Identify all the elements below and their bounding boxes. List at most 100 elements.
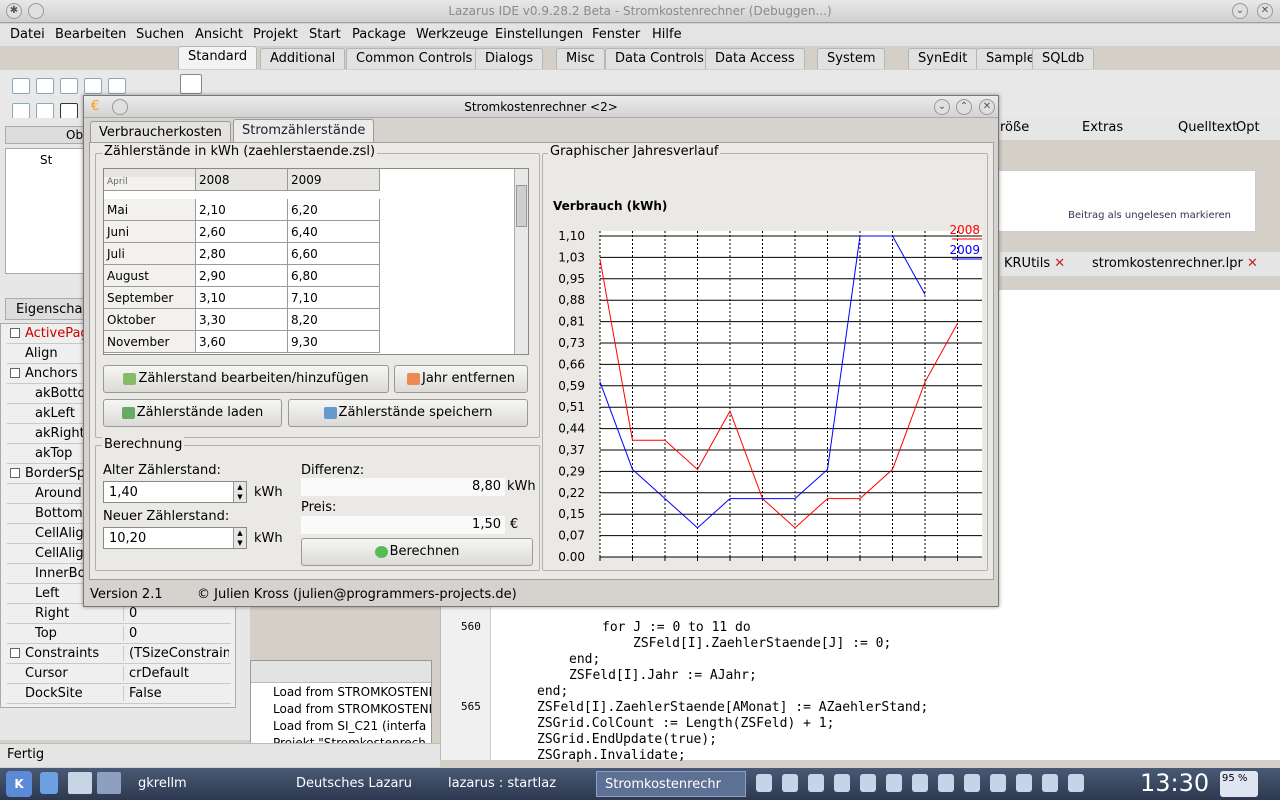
code-line[interactable]: ZSGrid.EndUpdate(true); — [537, 732, 717, 747]
save-readings-button[interactable]: Zählerstände speichern — [288, 399, 528, 427]
calculate-button[interactable]: Berechnen — [301, 538, 533, 566]
palette-tab-sqldb[interactable]: SQLdb — [1032, 48, 1095, 69]
property-value[interactable]: crDefault — [123, 666, 229, 681]
tray-icon[interactable] — [964, 774, 980, 792]
tray-icon[interactable] — [886, 774, 902, 792]
tray-icon[interactable] — [834, 774, 850, 792]
code-line[interactable]: ZSGrid.ColCount := Length(ZSFeld) + 1; — [537, 716, 834, 731]
toolbar-menu-0[interactable]: röße — [1000, 120, 1029, 135]
palette-tab-data-controls[interactable]: Data Controls — [605, 48, 714, 69]
remove-year-button[interactable]: Jahr entfernen — [394, 365, 528, 393]
palette-tab-data-access[interactable]: Data Access — [705, 48, 805, 69]
grid-cell[interactable] — [288, 177, 380, 191]
grid-cell[interactable]: 2,90 — [196, 265, 288, 287]
tab-stromzaehlerstaende[interactable]: Stromzählerstände — [233, 119, 375, 142]
tray-icon[interactable] — [860, 774, 876, 792]
editor-tab[interactable]: KRUtils ✕ — [1000, 254, 1069, 273]
property-row[interactable]: Top 0 — [7, 624, 231, 644]
dialog-close-icon[interactable]: ✕ — [979, 99, 995, 115]
close-tab-icon[interactable]: ✕ — [1050, 256, 1065, 271]
grid-cell[interactable]: 6,20 — [288, 199, 380, 221]
old-reading-input[interactable]: 1,40 ▲ ▼ — [103, 481, 247, 503]
menu-suchen[interactable]: Suchen — [136, 27, 184, 42]
open-icon[interactable] — [36, 78, 54, 94]
spin-up-icon[interactable]: ▲ — [233, 528, 246, 538]
palette-tab-additional[interactable]: Additional — [260, 48, 346, 69]
message-line[interactable]: Load from SI_C21 (interfa — [273, 719, 431, 733]
toolbar-menu-1[interactable]: Extras — [1082, 120, 1123, 135]
expand-icon[interactable] — [10, 648, 20, 658]
expand-icon[interactable] — [10, 468, 20, 478]
code-line[interactable]: for J := 0 to 11 do — [602, 620, 751, 635]
save-icon[interactable] — [60, 78, 78, 94]
tray-icon[interactable] — [938, 774, 954, 792]
toolbar-menu-3[interactable]: Opt — [1236, 120, 1260, 135]
property-value[interactable]: (TSizeConstraints) — [123, 646, 229, 661]
view-forms-icon[interactable] — [36, 103, 54, 119]
grid-cell[interactable]: 6,60 — [288, 243, 380, 265]
tray-icon[interactable] — [990, 774, 1006, 792]
task-button[interactable]: lazarus : startlaz — [440, 771, 590, 797]
menu-projekt[interactable]: Projekt — [253, 27, 298, 42]
property-value[interactable]: 0 — [123, 626, 229, 641]
menu-start[interactable]: Start — [309, 27, 341, 42]
grid-cell[interactable]: 2,80 — [196, 243, 288, 265]
property-value[interactable]: False — [123, 686, 229, 701]
palette-tab-system[interactable]: System — [817, 48, 886, 69]
grid-cell[interactable]: 9,30 — [288, 331, 380, 353]
menu-datei[interactable]: Datei — [10, 27, 45, 42]
kde-menu-icon[interactable]: K — [6, 771, 32, 797]
menu-bearbeiten[interactable]: Bearbeiten — [55, 27, 126, 42]
grid-cell[interactable] — [196, 177, 288, 191]
task-button[interactable]: Deutsches Lazaru — [288, 771, 436, 797]
code-line[interactable]: ZSFeld[I].ZaehlerStaende[AMonat] := AZae… — [537, 700, 928, 715]
grid-cell[interactable]: 3,10 — [196, 287, 288, 309]
grid-cell[interactable]: 3,30 — [196, 309, 288, 331]
minimize-icon[interactable]: ⌄ — [1232, 3, 1248, 19]
tray-icon[interactable] — [1042, 774, 1058, 792]
new-reading-input[interactable]: 10,20 ▲ ▼ — [103, 527, 247, 549]
palette-tab-dialogs[interactable]: Dialogs — [475, 48, 544, 69]
task-button[interactable]: Stromkostenrechr — [596, 771, 746, 797]
code-line[interactable]: end; — [537, 684, 568, 699]
grid-cell[interactable]: 6,40 — [288, 221, 380, 243]
expand-icon[interactable] — [10, 328, 20, 338]
message-line[interactable]: Load from STROMKOSTENI — [273, 685, 431, 699]
grid-cell[interactable]: 2,60 — [196, 221, 288, 243]
property-value[interactable]: 0 — [123, 606, 229, 621]
tray-icon[interactable] — [912, 774, 928, 792]
show-desktop-icon[interactable] — [97, 772, 121, 794]
run-icon[interactable] — [60, 103, 78, 119]
menu-hilfe[interactable]: Hilfe — [652, 27, 682, 42]
message-line[interactable]: Load from STROMKOSTENI — [273, 702, 431, 716]
palette-tab-misc[interactable]: Misc — [556, 48, 605, 69]
view-units-icon[interactable] — [12, 103, 30, 119]
menu-ansicht[interactable]: Ansicht — [195, 27, 243, 42]
palette-tab-common-controls[interactable]: Common Controls — [346, 48, 483, 69]
tray-icon[interactable] — [1068, 774, 1084, 792]
grid-scroll-thumb[interactable] — [516, 185, 527, 227]
property-row[interactable]: DockSite False — [7, 684, 231, 704]
palette-tab-standard[interactable]: Standard — [178, 46, 258, 69]
dialog-maximize-icon[interactable]: ⌃ — [956, 99, 972, 115]
load-readings-button[interactable]: Zählerstände laden — [103, 399, 282, 427]
close-tab-icon[interactable]: ✕ — [1243, 256, 1258, 271]
desktop-pager-icon[interactable] — [68, 772, 92, 794]
toggle-form-icon[interactable] — [108, 78, 126, 94]
tree-node[interactable]: St — [40, 153, 52, 167]
save-all-icon[interactable] — [84, 78, 102, 94]
grid-cell[interactable]: 2,10 — [196, 199, 288, 221]
spin-up-icon[interactable]: ▲ — [233, 482, 246, 492]
task-button[interactable]: gkrellm — [130, 771, 280, 797]
code-line[interactable]: ZSFeld[I].Jahr := AJahr; — [569, 668, 757, 683]
grid-cell[interactable]: 8,20 — [288, 309, 380, 331]
meter-grid[interactable]: 2008 2009 April Mai 2,10 6,20 Juni 2,60 6,40 Juli… — [103, 168, 529, 355]
grid-scrollbar[interactable] — [514, 169, 528, 354]
close-icon[interactable]: ✕ — [1257, 3, 1273, 19]
menu-package[interactable]: Package — [352, 27, 406, 42]
new-unit-icon[interactable] — [12, 78, 30, 94]
dialog-minimize-icon[interactable]: ⌄ — [934, 99, 950, 115]
expand-icon[interactable] — [10, 368, 20, 378]
edit-reading-button[interactable]: Zählerstand bearbeiten/hinzufügen — [103, 365, 389, 393]
spin-down-icon[interactable]: ▼ — [233, 538, 246, 548]
